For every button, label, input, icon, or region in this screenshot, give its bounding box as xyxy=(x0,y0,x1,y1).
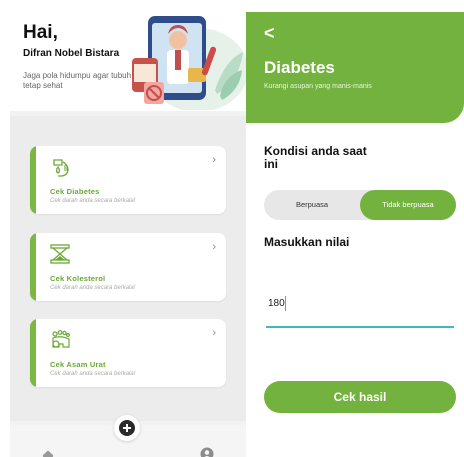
user-name: Difran Nobel Bistara xyxy=(23,48,120,59)
check-menu: › Cek Diabetes Cek darah anda secara ber… xyxy=(10,116,246,421)
home-icon[interactable] xyxy=(42,449,54,457)
card-accent-strip xyxy=(30,319,36,387)
option-berpuasa[interactable]: Berpuasa xyxy=(264,190,360,220)
card-subtitle: Cek darah anda secara berkala! xyxy=(50,285,136,291)
card-title: Cek Diabetes xyxy=(50,187,100,196)
add-icon xyxy=(119,420,135,436)
home-screen: Hai, Difran Nobel Bistara Jaga pola hidu… xyxy=(10,8,246,457)
option-tidak-berpuasa[interactable]: Tidak berpuasa xyxy=(360,190,456,220)
doctor-illustration xyxy=(132,16,246,110)
card-title: Cek Asam Urat xyxy=(50,360,106,369)
home-header: Hai, Difran Nobel Bistara Jaga pola hidu… xyxy=(10,8,246,111)
chevron-right-icon: › xyxy=(212,241,216,253)
hourglass-icon xyxy=(50,244,70,264)
card-cek-asam-urat[interactable]: › Cek Asam Urat Cek darah anda secara be… xyxy=(30,319,226,387)
diabetes-screen: < Diabetes Kurangi asupan yang manis-man… xyxy=(246,12,464,457)
tagline: Jaga pola hidumpu agar tubuh tetap sehat xyxy=(23,71,132,90)
card-cek-kolesterol[interactable]: › Cek Kolesterol Cek darah anda secara b… xyxy=(30,233,226,301)
cek-hasil-button[interactable]: Cek hasil xyxy=(264,381,456,413)
value-label: Masukkan nilai xyxy=(264,235,350,249)
foot-icon xyxy=(52,330,71,348)
back-button[interactable]: < xyxy=(264,24,275,42)
blood-drop-hand-icon xyxy=(53,159,69,177)
card-subtitle: Cek darah anda secara berkala! xyxy=(50,198,136,204)
add-button[interactable] xyxy=(114,415,140,441)
chevron-right-icon: › xyxy=(212,327,216,339)
chevron-right-icon: › xyxy=(212,154,216,166)
value-input[interactable]: 180 xyxy=(268,298,285,309)
card-title: Cek Kolesterol xyxy=(50,274,106,283)
card-accent-strip xyxy=(30,146,36,214)
greeting: Hai, xyxy=(23,22,58,43)
page-subtitle: Kurangi asupan yang manis-manis xyxy=(264,83,372,90)
card-cek-diabetes[interactable]: › Cek Diabetes Cek darah anda secara ber… xyxy=(30,146,226,214)
text-cursor xyxy=(285,296,286,311)
diabetes-header: < Diabetes Kurangi asupan yang manis-man… xyxy=(246,12,464,123)
page-title: Diabetes xyxy=(264,58,335,77)
profile-icon[interactable] xyxy=(200,447,214,457)
input-underline xyxy=(266,326,454,328)
card-accent-strip xyxy=(30,233,36,301)
bottom-nav xyxy=(10,415,246,457)
fasting-toggle: Berpuasa Tidak berpuasa xyxy=(264,190,456,220)
card-subtitle: Cek darah anda secara berkala! xyxy=(50,371,136,377)
condition-label: Kondisi anda saat ini xyxy=(264,144,367,171)
